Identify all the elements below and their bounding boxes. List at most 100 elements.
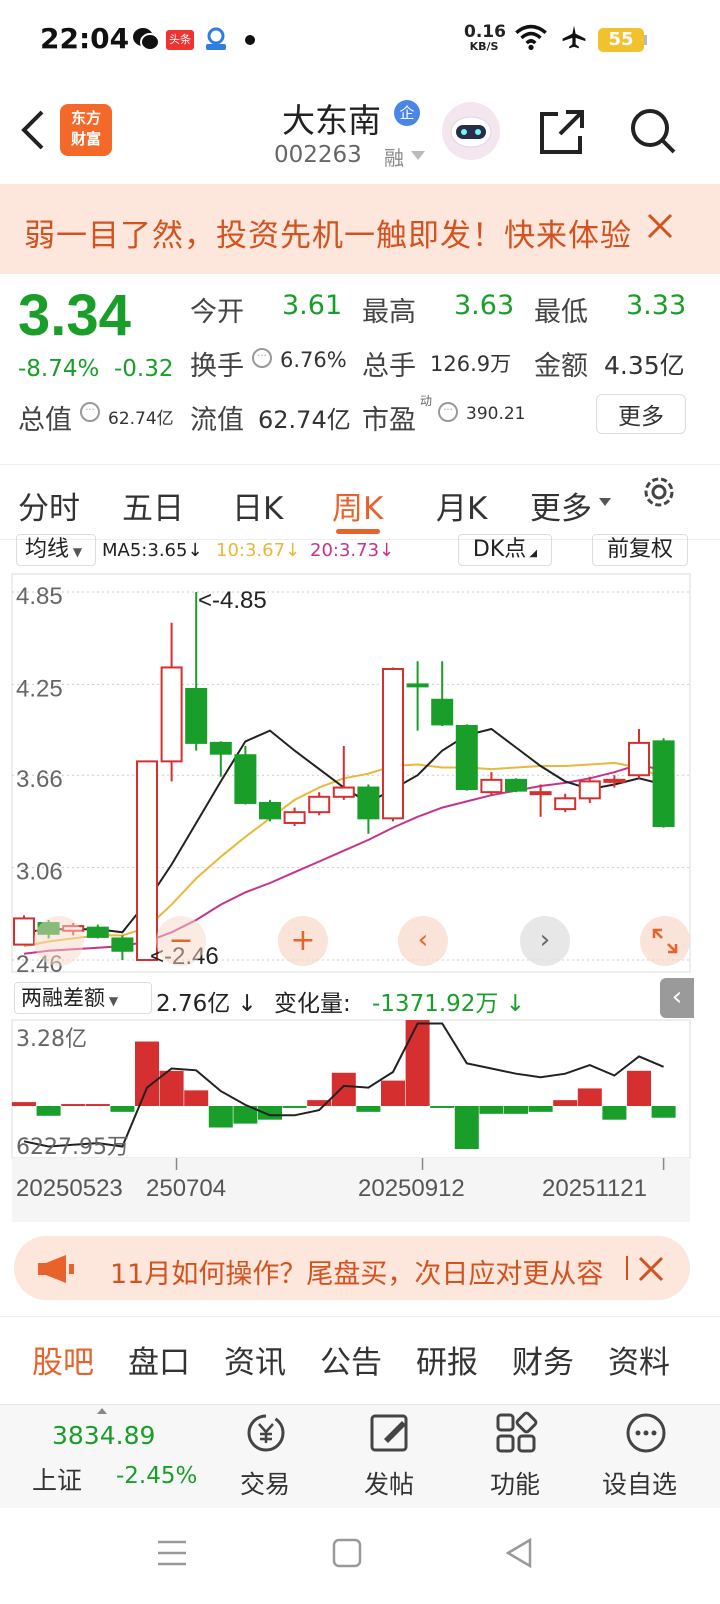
candle[interactable] — [652, 740, 675, 828]
battery-icon: 55 — [598, 28, 644, 52]
tab-daily-k[interactable]: 日K — [232, 483, 283, 528]
y-tick-label: 4.85 — [16, 583, 63, 610]
margin-balance-line — [23, 1022, 664, 1148]
promo-banner[interactable]: 弱一目了然，投资先机一触即发！快来体验 — [0, 184, 720, 274]
change-percent: -8.74% — [18, 356, 100, 382]
add-watchlist-button[interactable]: 设自选 — [596, 1405, 696, 1509]
bottom-toolbar: 3834.89 上证 -2.45% 交易 发帖 功能 设自选 — [0, 1404, 720, 1508]
functions-button[interactable]: 功能 — [472, 1405, 562, 1509]
tab-profile[interactable]: 资料 — [608, 1337, 670, 1382]
tab-finance[interactable]: 财务 — [512, 1337, 574, 1382]
info-icon[interactable]: ··· — [438, 402, 458, 422]
share-icon[interactable] — [538, 108, 586, 156]
caret-down-icon[interactable] — [598, 497, 612, 507]
tab-monthly-k[interactable]: 月K — [436, 483, 487, 528]
margin-bar — [135, 1041, 159, 1106]
kline-chart-area: 均线 ▼ MA5:3.65↓ 10:3.67↓ 20:3.73↓ DK点 ◢ 前… — [0, 534, 720, 1252]
scroll-right-button[interactable]: › — [520, 916, 570, 966]
status-time: 22:04 — [40, 22, 130, 55]
margin-bar — [85, 1104, 110, 1106]
candle[interactable] — [234, 754, 257, 804]
amount-label: 金额 — [534, 351, 588, 382]
tab-announcement[interactable]: 公告 — [320, 1337, 382, 1382]
chart-toggle-left-button[interactable] — [34, 916, 84, 966]
candle[interactable] — [160, 666, 183, 763]
candle[interactable] — [283, 811, 306, 824]
index-name: 上证 — [32, 1466, 83, 1495]
search-icon[interactable] — [628, 106, 678, 156]
high-label: 最高 — [362, 297, 416, 328]
candle[interactable] — [480, 778, 503, 794]
candlestick-chart[interactable]: 4.854.253.663.062.46<-4.85<-2.463.28亿622… — [0, 540, 720, 1252]
candle[interactable] — [455, 724, 478, 791]
index-ticker[interactable]: 3834.89 上证 -2.45% — [0, 1405, 210, 1509]
high-value: 3.63 — [454, 290, 515, 321]
caret-down-icon: ▼ — [105, 994, 119, 1008]
menu-icon[interactable] — [156, 1538, 188, 1568]
turnover-label: 换手 — [190, 351, 244, 382]
candle[interactable] — [554, 797, 577, 811]
info-icon[interactable]: ··· — [252, 348, 272, 368]
candle[interactable] — [578, 780, 601, 800]
tab-weekly-k[interactable]: 周K — [332, 483, 383, 528]
settings-gear-icon[interactable] — [638, 471, 680, 513]
tab-pankou[interactable]: 盘口 — [128, 1337, 190, 1382]
expand-icon — [652, 928, 678, 954]
tab-five-day[interactable]: 五日 — [122, 483, 184, 528]
candle[interactable] — [406, 683, 429, 688]
close-icon[interactable] — [638, 1256, 664, 1282]
post-button[interactable]: 发帖 — [346, 1405, 436, 1509]
margin-selector[interactable]: 两融差额 ▼ — [14, 982, 152, 1014]
more-button[interactable]: 更多 — [596, 394, 686, 434]
notice-banner[interactable]: 11月如何操作？尾盘买，次日应对更从容 — [14, 1236, 690, 1300]
candle[interactable] — [136, 760, 158, 961]
candle[interactable] — [259, 801, 281, 820]
candle[interactable] — [505, 778, 527, 792]
fullscreen-button[interactable] — [640, 916, 690, 966]
margin-bar — [479, 1106, 504, 1114]
grid-icon — [496, 1411, 538, 1453]
margin-bar — [577, 1088, 602, 1106]
candle[interactable] — [13, 917, 35, 946]
candle[interactable] — [308, 795, 331, 814]
scroll-left-button[interactable]: ‹ — [398, 916, 448, 966]
zoom-in-button[interactable]: + — [278, 916, 328, 966]
candle[interactable] — [357, 786, 380, 820]
stock-header: 东方 财富 大东南 企 002263 融 — [0, 80, 720, 184]
x-tick-label: 250704 — [146, 1175, 226, 1202]
candle[interactable] — [209, 741, 232, 755]
tab-news[interactable]: 资讯 — [224, 1337, 286, 1382]
home-icon[interactable] — [332, 1538, 362, 1568]
candle[interactable] — [431, 698, 454, 726]
back-nav-icon[interactable] — [504, 1538, 534, 1568]
margin-bar — [381, 1080, 405, 1106]
close-icon[interactable] — [646, 212, 674, 240]
candle[interactable] — [332, 786, 355, 798]
margin-bar — [454, 1106, 479, 1149]
candle[interactable] — [603, 778, 626, 783]
collapse-tab[interactable]: ‹ — [660, 978, 694, 1018]
ai-robot-avatar[interactable] — [442, 102, 500, 160]
tab-guba[interactable]: 股吧 — [32, 1337, 94, 1382]
megaphone-icon — [38, 1255, 74, 1283]
candle[interactable] — [529, 791, 552, 796]
candle[interactable] — [86, 926, 109, 938]
margin-bar — [528, 1106, 553, 1112]
trade-button[interactable]: 交易 — [222, 1405, 312, 1509]
candle[interactable] — [185, 688, 208, 744]
back-icon[interactable] — [18, 108, 48, 152]
margin-bar — [12, 1102, 36, 1106]
candle[interactable] — [382, 667, 404, 820]
candle[interactable] — [111, 937, 134, 952]
candle[interactable] — [628, 741, 650, 777]
margin-bar — [553, 1100, 578, 1106]
tab-intraday[interactable]: 分时 — [18, 483, 80, 528]
pe-label: 市盈 — [362, 405, 416, 436]
margin-badge[interactable]: 融 — [384, 142, 404, 171]
margin-bar — [208, 1106, 233, 1128]
tab-research[interactable]: 研报 — [416, 1337, 478, 1382]
caret-down-icon[interactable] — [410, 150, 426, 162]
zoom-out-button[interactable]: − — [156, 916, 206, 966]
info-icon[interactable]: ··· — [80, 402, 100, 422]
tab-more[interactable]: 更多 — [530, 483, 592, 528]
